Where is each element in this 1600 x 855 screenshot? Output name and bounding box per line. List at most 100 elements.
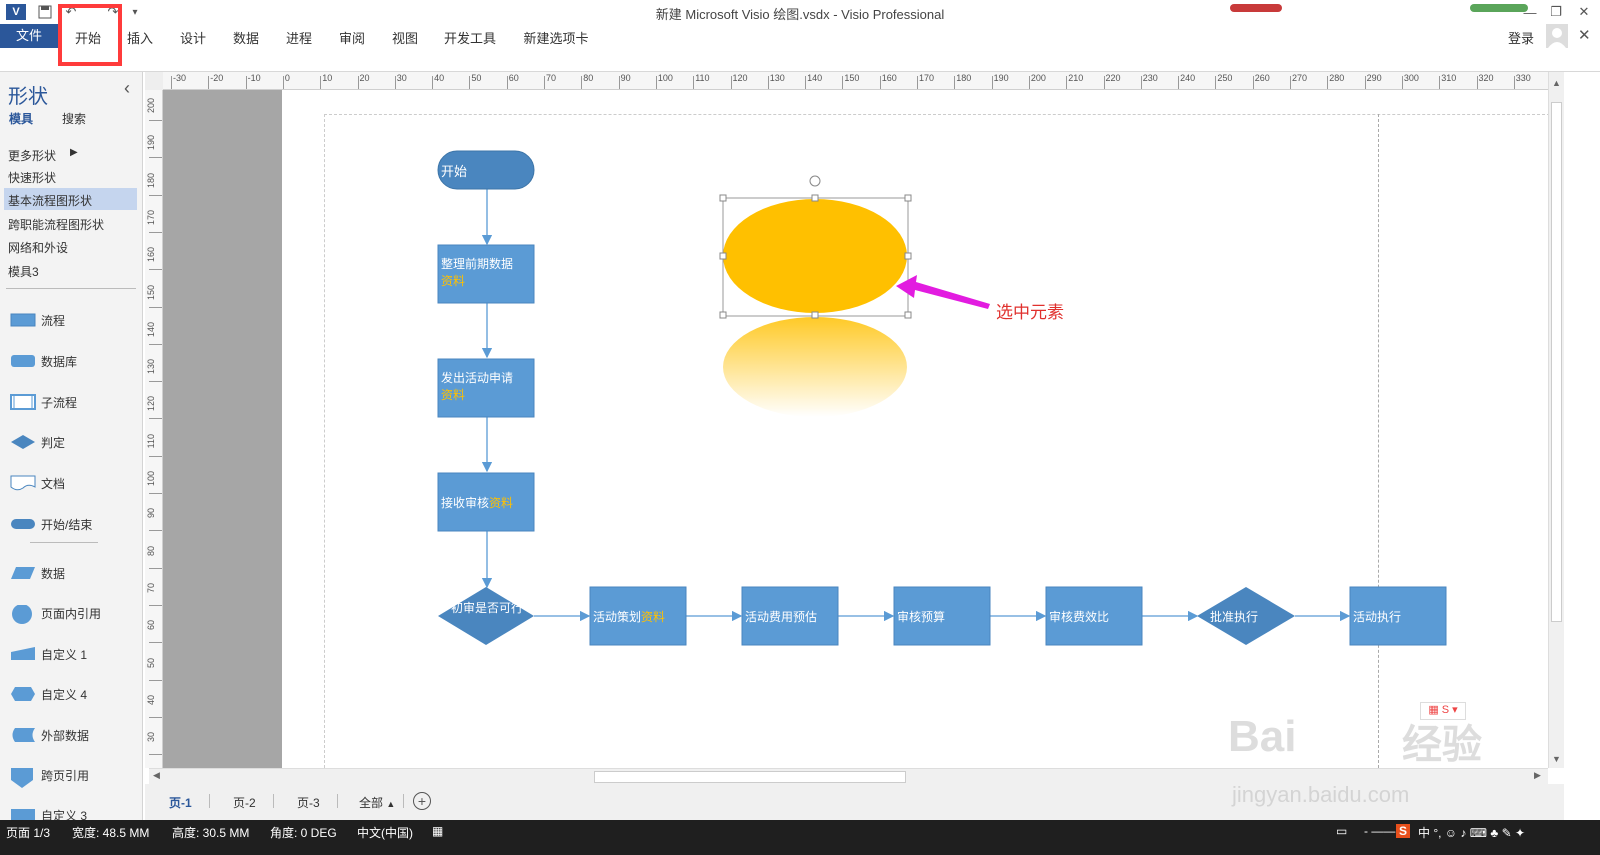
ruler-tick — [149, 455, 162, 457]
stencil-custom1[interactable]: 自定义 1 — [0, 638, 142, 672]
close-ribbon-icon[interactable]: ✕ — [1578, 26, 1591, 44]
ruler-tick — [1103, 76, 1105, 89]
tab-design[interactable]: 设计 — [175, 28, 211, 50]
status-page[interactable]: 页面 1/3 — [6, 824, 50, 841]
tab-file[interactable]: 文件 — [0, 24, 58, 48]
stencil-label: 文档 — [41, 477, 66, 491]
horizontal-ruler[interactable]: -30 -20 -10 0 10 20 30 40 50 60 70 80 90 100 110 120 130… — [163, 72, 1548, 90]
stencil-subprocess[interactable]: 子流程 — [0, 386, 142, 420]
stencil-document[interactable]: 文档 — [0, 467, 142, 501]
stencil-data[interactable]: 数据 — [0, 557, 142, 591]
ruler-tick — [1364, 76, 1366, 89]
restore-icon[interactable]: ❐ — [1546, 3, 1566, 21]
page-tab-1[interactable]: 页-1 — [169, 794, 192, 811]
ime-toolbar[interactable]: 中 °, ☺ ♪ ⌨ ♣ ✎ ✦ — [1418, 824, 1525, 841]
ruler-label: 110 — [146, 433, 156, 449]
ruler-tick — [149, 306, 162, 308]
all-pages-tab[interactable]: 全部 ▲ — [359, 794, 395, 811]
signin-link[interactable]: 登录 — [1508, 28, 1534, 47]
scroll-down-icon[interactable]: ▼ — [1552, 754, 1561, 764]
scroll-up-icon[interactable]: ▲ — [1552, 78, 1561, 88]
ruler-tick — [1028, 76, 1030, 89]
ruler-tick — [149, 716, 162, 718]
ruler-tick — [544, 76, 545, 89]
stencil-label: 数据 — [41, 567, 66, 581]
stencil-process[interactable]: 流程 — [0, 304, 142, 338]
annotation-label: 选中元素 — [996, 303, 1064, 322]
ruler-tick — [1401, 76, 1403, 89]
ruler-tick — [149, 343, 162, 345]
ruler-label: 120 — [732, 73, 748, 83]
menu-network[interactable]: 网络和外设 — [8, 239, 68, 256]
tab-insert[interactable]: 插入 — [122, 28, 158, 50]
stencil-label: 判定 — [41, 436, 66, 450]
close-icon[interactable]: ✕ — [1574, 3, 1594, 21]
vertical-ruler[interactable]: 200 190 180 170 160 150 140 130 120 110 100 90 80 70 6… — [145, 90, 163, 768]
vertical-scrollbar[interactable]: ▲ ▼ — [1548, 72, 1564, 768]
tab-new[interactable]: 新建选项卡 — [516, 28, 596, 50]
ruler-label: 90 — [620, 73, 631, 83]
menu-cross-functional[interactable]: 跨职能流程图形状 — [8, 216, 104, 233]
tab-review[interactable]: 审阅 — [334, 28, 370, 50]
subtab-stencils[interactable]: 模具 — [9, 110, 33, 127]
row-label: 审核费效比 — [1049, 610, 1110, 624]
ruler-tick — [1215, 76, 1217, 89]
ruler-label: 120 — [146, 396, 156, 412]
ruler-tick — [1252, 76, 1254, 89]
ruler-label: 210 — [1068, 73, 1084, 83]
subtab-search[interactable]: 搜索 — [62, 110, 86, 127]
ruler-tick — [842, 76, 844, 89]
avatar[interactable] — [1546, 24, 1568, 48]
stencil-label: 跨页引用 — [41, 769, 90, 783]
stencil-off-page-ref[interactable]: 跨页引用 — [0, 759, 142, 793]
ruler-label: 290 — [1366, 73, 1382, 83]
start-label: 开始 — [441, 164, 468, 179]
stencil-decision[interactable]: 判定 — [0, 426, 142, 460]
tab-process[interactable]: 进程 — [281, 28, 317, 50]
status-language[interactable]: 中文(中国) — [357, 824, 413, 841]
macro-icon[interactable]: ▦ — [432, 824, 443, 838]
ruler-tick — [991, 76, 993, 89]
tab-developer[interactable]: 开发工具 — [440, 28, 500, 50]
stencil-label: 数据库 — [41, 355, 78, 369]
minimize-icon[interactable]: — — [1520, 3, 1540, 21]
ruler-tick — [730, 76, 732, 89]
ruler-tick — [149, 604, 162, 606]
scroll-right-icon[interactable]: ▶ — [1534, 770, 1541, 781]
menu-stencil3[interactable]: 模具3 — [8, 263, 39, 280]
page-tab-2[interactable]: 页-2 — [233, 794, 256, 811]
scroll-thumb[interactable] — [1551, 102, 1562, 622]
stencil-external-data[interactable]: 外部数据 — [0, 719, 142, 753]
menu-basic-flowchart[interactable]: 基本流程图形状 — [8, 192, 92, 209]
ruler-tick — [693, 76, 695, 89]
ruler-tick — [954, 76, 956, 89]
ruler-label: 100 — [146, 471, 156, 487]
scroll-thumb[interactable] — [594, 771, 906, 783]
ruler-label: 190 — [993, 73, 1009, 83]
zoom-slider[interactable]: - —— — [1364, 824, 1395, 838]
scroll-left-icon[interactable]: ◀ — [153, 770, 160, 781]
ruler-label: 60 — [146, 620, 156, 631]
stencil-custom4[interactable]: 自定义 4 — [0, 678, 142, 712]
menu-more-shapes[interactable]: 更多形状 ▶ — [8, 147, 78, 164]
ruler-label: 170 — [146, 209, 156, 225]
stencil-start-end[interactable]: 开始/结束 — [0, 508, 142, 542]
ruler-tick — [767, 76, 769, 89]
ruler-label: 180 — [956, 73, 972, 83]
page-tab-3[interactable]: 页-3 — [297, 794, 320, 811]
ruler-label: 100 — [657, 73, 673, 83]
stencil-label: 自定义 1 — [41, 648, 88, 662]
tab-data[interactable]: 数据 — [228, 28, 264, 50]
add-page-icon[interactable]: + — [413, 792, 431, 810]
ruler-label: 330 — [1515, 73, 1531, 83]
stencil-database[interactable]: 数据库 — [0, 345, 142, 379]
ruler-tick — [149, 157, 162, 159]
presentation-icon[interactable]: ▭ — [1336, 824, 1347, 838]
collapse-pane-icon[interactable]: ‹ — [124, 78, 130, 99]
menu-quick-shapes[interactable]: 快速形状 — [8, 169, 56, 186]
tab-view[interactable]: 视图 — [387, 28, 423, 50]
ruler-tick — [149, 642, 162, 644]
stencil-on-page-ref[interactable]: 页面内引用 — [0, 597, 142, 631]
ruler-label: 150 — [844, 73, 860, 83]
drawing-page[interactable] — [282, 90, 1550, 768]
